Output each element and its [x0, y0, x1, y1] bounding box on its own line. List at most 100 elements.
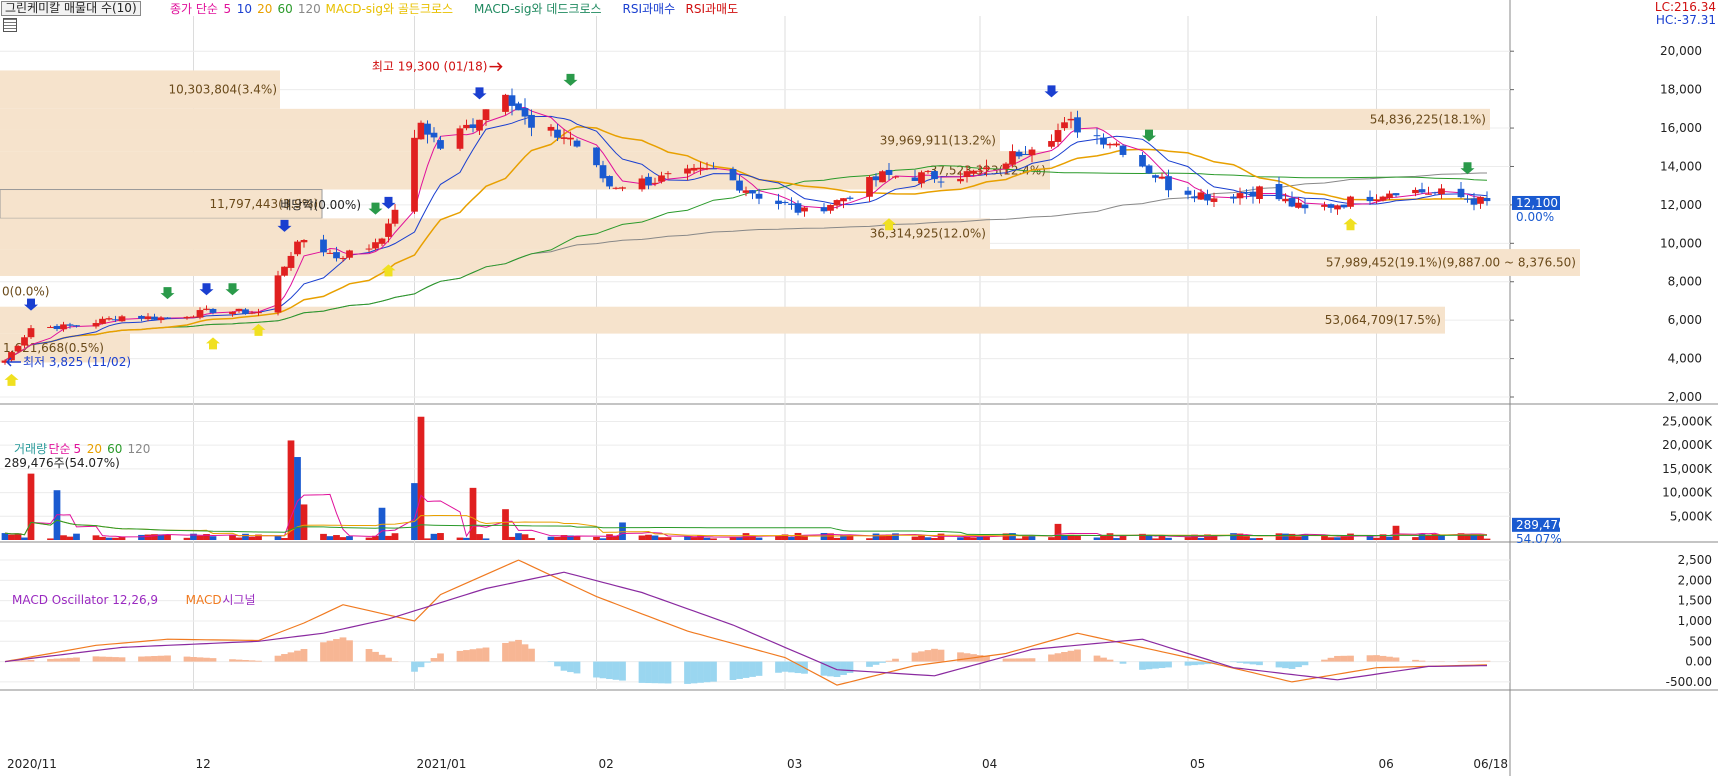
x-tick-label: 02 [599, 757, 614, 771]
candle-body [1418, 189, 1426, 193]
volume-bar [437, 533, 444, 540]
candle-body [274, 275, 282, 313]
macd-oscillator-bar [424, 661, 431, 663]
macd-oscillator-bar [781, 661, 789, 672]
volume-bar [1249, 538, 1257, 540]
volume-bar [417, 416, 425, 540]
volume-bar [242, 533, 249, 540]
macd-oscillator-bar [840, 661, 847, 675]
grid-table-icon[interactable] [3, 18, 17, 32]
volume-bar [1197, 537, 1205, 540]
macd-oscillator-bar [1347, 655, 1354, 662]
candle-body [599, 165, 607, 179]
macd-oscillator-bar [1230, 661, 1237, 663]
volume-bar [391, 533, 399, 540]
volume-bar [911, 536, 919, 540]
macd-oscillator-bar [736, 661, 743, 679]
volume-profile-label: 39,969,911(13.2%) [880, 134, 996, 148]
macd-oscillator-bar [300, 648, 308, 662]
candle-body [112, 319, 119, 321]
macd-oscillator-bar [144, 656, 152, 662]
volume-bar [1392, 525, 1400, 540]
macd-oscillator-bar [892, 658, 899, 662]
candle-body [105, 318, 113, 320]
signal-up-arrow-icon [206, 337, 220, 350]
low-price-label: 최저 3,825 (11/02) [23, 355, 131, 369]
candle-body [430, 132, 438, 138]
macd-oscillator-bar [619, 661, 626, 681]
candle-body [378, 238, 386, 244]
macd-oscillator-bar [1457, 661, 1465, 662]
macd-oscillator-bar [1295, 661, 1302, 668]
macd-oscillator-bar [1373, 655, 1380, 662]
macd-oscillator-bar [554, 661, 561, 667]
candle-body [1139, 155, 1146, 167]
macd-oscillator-bar [1139, 661, 1146, 670]
macd-legend-item: MACD [186, 593, 222, 607]
candle-body [567, 137, 574, 140]
macd-oscillator-bar [1106, 659, 1114, 662]
candle-body [1158, 176, 1166, 179]
candle-body [703, 168, 711, 170]
candle-body [684, 168, 691, 174]
candle-body [151, 316, 158, 320]
macd-oscillator-bar [476, 648, 483, 662]
header-legend-item: 120 [298, 2, 321, 16]
macd-tick-label: 2,000 [1678, 573, 1712, 587]
macd-oscillator-bar [1009, 658, 1016, 662]
macd-oscillator-bar [924, 650, 932, 662]
macd-oscillator-bar [1074, 649, 1081, 662]
candle-body [788, 203, 795, 205]
macd-oscillator-bar [1386, 656, 1393, 662]
candle-body [872, 176, 880, 181]
candle-body [385, 223, 392, 237]
volume-bar [1048, 537, 1055, 540]
macd-oscillator-bar [138, 656, 145, 662]
price-tick-label: 18,000 [1660, 83, 1702, 97]
volume-bar [424, 538, 431, 540]
volume-bar [866, 538, 873, 540]
price-tick-label: 12,000 [1660, 198, 1702, 212]
signal-up-arrow-icon [1343, 218, 1358, 231]
volume-bar [508, 536, 516, 540]
macd-oscillator-bar [1379, 655, 1387, 662]
macd-oscillator-bar [1392, 657, 1400, 662]
macd-oscillator-bar [112, 657, 119, 662]
volume-bar [658, 537, 665, 540]
header-legend-item: RSI과매수 [623, 2, 676, 16]
candle-body [1197, 192, 1205, 200]
candle-body [1113, 143, 1120, 146]
volume-bar [281, 538, 288, 540]
signal-down-arrow-icon [563, 73, 578, 86]
price-tick-label: 10,000 [1660, 236, 1702, 250]
candle-body [690, 167, 698, 171]
volume-bar [456, 537, 464, 540]
candle-body [1074, 117, 1081, 133]
macd-oscillator-bar [235, 659, 243, 662]
macd-oscillator-bar [196, 657, 204, 662]
candle-body [1002, 163, 1010, 169]
candle-body [645, 176, 652, 186]
volume-profile-label: 57,989,452(19.1%)(9,887.00 ~ 8,376.50) [1326, 256, 1576, 270]
volume-legend-item: 120 [128, 442, 151, 456]
volume-bar [931, 538, 938, 540]
macd-oscillator-bar [482, 647, 490, 662]
candle-body [339, 257, 347, 259]
volume-current-value: 289,476 [1516, 518, 1566, 532]
candle-body [1009, 151, 1016, 165]
candle-body [846, 197, 854, 199]
candle-body [781, 201, 789, 204]
candle-body [1100, 137, 1107, 145]
candle-body [183, 316, 191, 319]
candle-body [248, 312, 256, 314]
volume-bar [957, 537, 964, 540]
volume-ma5-line [4, 493, 1488, 538]
volume-bar [1230, 533, 1237, 540]
indicator-title-button[interactable]: 그린케미칼 매물대 수(10) [1, 1, 141, 16]
macd-oscillator-bar [1145, 661, 1153, 670]
macd-tick-label: 1,000 [1678, 614, 1712, 628]
macd-oscillator-bar [1412, 659, 1419, 662]
volume-legend-item: 5 [74, 442, 82, 456]
volume-bar [463, 537, 470, 540]
macd-oscillator-bar [183, 656, 191, 662]
